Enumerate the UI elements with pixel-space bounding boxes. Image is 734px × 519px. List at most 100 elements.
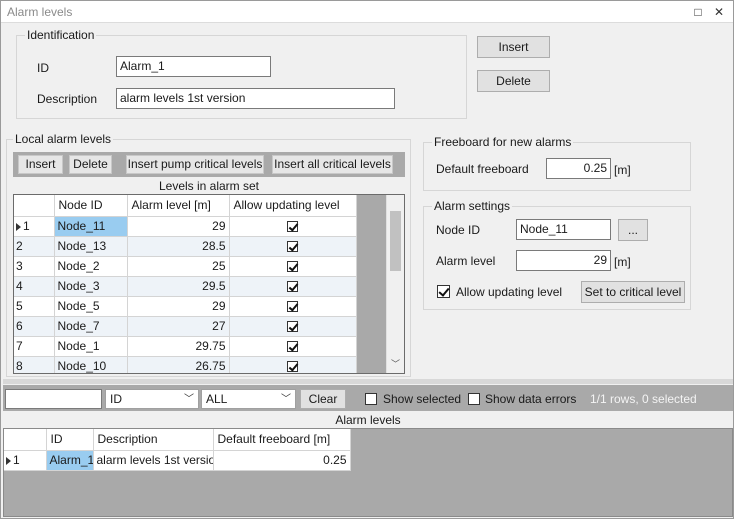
alarm-level-cell[interactable]: 29.5 [127, 276, 230, 297]
column-header-default-freeboard[interactable]: Default freeboard [m] [213, 429, 351, 451]
checkbox-icon[interactable] [287, 261, 298, 273]
search-input[interactable] [5, 389, 102, 409]
table-row[interactable]: 1 Node_11 29 [14, 216, 357, 237]
column-header-alarm-level[interactable]: Alarm level [m] [127, 195, 230, 217]
table-row[interactable]: 8 Node_10 26.75 [14, 356, 357, 373]
delete-alarm-button[interactable]: Delete [477, 70, 550, 92]
checkbox-icon[interactable] [287, 321, 298, 333]
table-row[interactable]: 7 Node_1 29.75 [14, 336, 357, 357]
table-row[interactable]: 3 Node_2 25 [14, 256, 357, 277]
row-header[interactable]: 2 [14, 236, 55, 257]
chevron-down-icon: ﹀ [281, 394, 291, 405]
node-id-cell[interactable]: Node_2 [54, 256, 128, 277]
node-id-cell[interactable]: Node_5 [54, 296, 128, 317]
alarm-id-cell[interactable]: Alarm_1 [46, 450, 94, 471]
panel-splitter[interactable] [3, 379, 733, 384]
row-header[interactable]: 7 [14, 336, 55, 357]
scroll-down-icon[interactable]: ﹀ [387, 357, 404, 371]
checkbox-icon[interactable] [287, 221, 298, 233]
alarm-freeboard-cell[interactable]: 0.25 [213, 450, 351, 471]
allow-updating-cell[interactable] [229, 336, 357, 357]
column-header-allow-updating[interactable]: Allow updating level [229, 195, 357, 217]
row-header-corner [4, 429, 47, 451]
row-header[interactable]: 5 [14, 296, 55, 317]
insert-alarm-button[interactable]: Insert [477, 36, 550, 58]
delete-level-button[interactable]: Delete [69, 155, 112, 174]
node-id-cell[interactable]: Node_11 [54, 216, 128, 237]
show-selected-checkbox[interactable] [365, 393, 377, 405]
set-critical-level-button[interactable]: Set to critical level [581, 281, 685, 303]
maximize-icon[interactable]: □ [690, 4, 706, 20]
table-row[interactable]: 1 Alarm_1 alarm levels 1st version 0.25 [4, 450, 351, 471]
insert-pump-critical-button[interactable]: Insert pump critical levels [126, 155, 264, 174]
node-id-cell[interactable]: Node_1 [54, 336, 128, 357]
table-row[interactable]: 5 Node_5 29 [14, 296, 357, 317]
insert-level-button[interactable]: Insert [18, 155, 63, 174]
id-field[interactable]: Alarm_1 [116, 56, 271, 77]
table-row[interactable]: 4 Node_3 29.5 [14, 276, 357, 297]
allow-updating-checkbox[interactable] [437, 285, 450, 298]
row-header[interactable]: 6 [14, 316, 55, 337]
browse-node-button[interactable]: ... [618, 219, 648, 241]
description-field[interactable]: alarm levels 1st version [116, 88, 395, 109]
column-header-node-id[interactable]: Node ID [54, 195, 128, 217]
alarm-levels-window: Alarm levels □ ✕ Identification ID Alarm… [0, 0, 734, 519]
row-header[interactable]: 4 [14, 276, 55, 297]
allow-updating-cell[interactable] [229, 256, 357, 277]
alarm-level-cell[interactable]: 27 [127, 316, 230, 337]
alarm-list-caption: Alarm levels [335, 413, 401, 427]
allow-updating-cell[interactable] [229, 316, 357, 337]
checkbox-icon[interactable] [287, 361, 298, 373]
table-row[interactable]: 6 Node_7 27 [14, 316, 357, 337]
checkbox-icon[interactable] [287, 341, 298, 353]
allow-updating-cell[interactable] [229, 356, 357, 373]
default-freeboard-field[interactable]: 0.25 [546, 158, 611, 179]
title-bar: Alarm levels □ ✕ [1, 1, 733, 23]
allow-updating-cell[interactable] [229, 296, 357, 317]
checkbox-icon[interactable] [287, 301, 298, 313]
default-freeboard-label: Default freeboard [436, 162, 529, 176]
levels-toolbar: Insert Delete Insert pump critical level… [13, 152, 405, 177]
column-header-description[interactable]: Description [93, 429, 214, 451]
allow-updating-cell[interactable] [229, 216, 357, 237]
current-row-arrow-icon [16, 222, 21, 231]
node-id-label: Node ID [436, 223, 481, 237]
row-header[interactable]: 1 [4, 450, 47, 471]
row-header[interactable]: 8 [14, 356, 55, 373]
levels-grid[interactable]: Node ID Alarm level [m] Allow updating l… [13, 194, 405, 374]
levels-vertical-scrollbar[interactable]: ﹀ [386, 195, 404, 373]
checkbox-icon[interactable] [287, 241, 298, 253]
node-id-cell[interactable]: Node_7 [54, 316, 128, 337]
node-id-field[interactable]: Node_11 [516, 219, 611, 240]
alarm-level-cell[interactable]: 28.5 [127, 236, 230, 257]
alarm-level-cell[interactable]: 26.75 [127, 356, 230, 373]
alarm-description-cell[interactable]: alarm levels 1st version [93, 450, 214, 471]
alarm-level-cell[interactable]: 25 [127, 256, 230, 277]
table-row[interactable]: 2 Node_13 28.5 [14, 236, 357, 257]
close-icon[interactable]: ✕ [711, 4, 727, 20]
column-header-id[interactable]: ID [46, 429, 94, 451]
alarm-level-cell[interactable]: 29 [127, 296, 230, 317]
insert-all-critical-button[interactable]: Insert all critical levels [272, 155, 393, 174]
alarm-list-grid[interactable]: ID Description Default freeboard [m] 1 A… [3, 428, 733, 517]
alarm-level-cell[interactable]: 29.75 [127, 336, 230, 357]
show-data-errors-checkbox[interactable] [468, 393, 480, 405]
node-id-cell[interactable]: Node_3 [54, 276, 128, 297]
freeboard-group-title: Freeboard for new alarms [432, 135, 574, 149]
node-id-cell[interactable]: Node_13 [54, 236, 128, 257]
checkbox-icon[interactable] [287, 281, 298, 293]
chevron-down-icon: ﹀ [184, 394, 194, 405]
row-header[interactable]: 1 [14, 216, 55, 237]
alarm-level-cell[interactable]: 29 [127, 216, 230, 237]
field-select[interactable]: ID ﹀ [105, 389, 199, 409]
row-header[interactable]: 3 [14, 256, 55, 277]
scrollbar-thumb[interactable] [390, 211, 401, 271]
node-id-cell[interactable]: Node_10 [54, 356, 128, 373]
id-label: ID [37, 61, 49, 75]
scope-select[interactable]: ALL ﹀ [201, 389, 296, 409]
identification-group-title: Identification [25, 28, 97, 42]
allow-updating-cell[interactable] [229, 236, 357, 257]
alarm-level-field[interactable]: 29 [516, 250, 611, 271]
allow-updating-cell[interactable] [229, 276, 357, 297]
clear-button[interactable]: Clear [300, 389, 346, 409]
